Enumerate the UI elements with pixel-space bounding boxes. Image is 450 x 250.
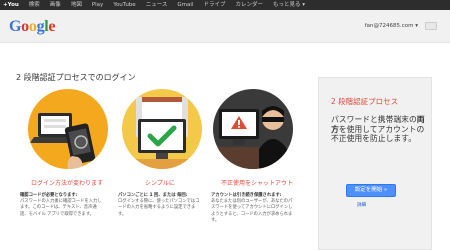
nav-images[interactable]: 画像 [50,0,61,10]
logo-letter: g [36,18,45,35]
unauthorized-illustration [213,89,293,169]
google-bar: +You 検索 画像 地図 Play YouTube ニュース Gmail ドラ… [0,0,450,10]
panel-body-text: を使用してアカウントの不正使用を防止します。 [331,124,425,144]
feature-description-title: 確認コードが必要となります: [20,193,78,198]
logo-letter: o [21,18,29,35]
nav-plus-you[interactable]: +You [3,0,19,10]
panel-title: 2 段階認証プロセス [331,97,399,106]
feature-description-text: パスワードの入力後に確認コードを入力します。このコードは、テキスト、音声通話、モ… [20,199,102,217]
start-setup-button[interactable]: 設定を開始 » [346,184,396,197]
nav-drive[interactable]: ドライブ [203,0,225,10]
panel-body: パスワードと携帯端末の両方を使用してアカウントの不正使用を防止します。 [331,115,427,144]
feature-description: アカウントは引き続き保護されます: あなたまたは別のユーザーが、あなたのパスワー… [211,193,295,224]
avatar[interactable] [425,22,437,30]
feature-description-text: ログインする際に、使ったパソコンではコードの入力を省略するように設定できます。 [118,199,200,217]
nav-youtube[interactable]: YouTube [113,0,135,10]
header: Google fan@724685.com ▾ [0,10,450,43]
logo-letter: e [48,18,56,35]
panel-body-text: パスワードと携帯端末の [331,115,417,124]
logo-letter: o [28,18,37,35]
nav-news[interactable]: ニュース [146,0,168,10]
page: +You 検索 画像 地図 Play YouTube ニュース Gmail ドラ… [0,0,450,250]
details-link[interactable]: 詳細 [357,202,366,208]
feature-caption: 不正使用をシャットアウト [221,180,294,187]
nav-gmail[interactable]: Gmail [177,0,193,10]
feature-caption: ログイン方法が変わります [31,180,104,187]
page-title: 2 段階認証プロセスでのログイン [16,73,136,82]
nav-search[interactable]: 検索 [29,0,40,10]
nav-more[interactable]: もっと見る ▾ [273,0,305,10]
logo-letter: G [9,18,22,35]
google-logo[interactable]: Google [9,18,56,36]
account-email[interactable]: fan@724685.com ▾ [365,23,418,29]
simple-illustration [122,89,202,169]
feature-description-title: パソコンごとに 1 回、または 毎回: [118,193,188,198]
login-change-illustration [28,89,108,169]
nav-play[interactable]: Play [92,0,103,10]
feature-description: 確認コードが必要となります: パスワードの入力後に確認コードを入力します。このコ… [20,193,104,218]
feature-description-text: あなたまたは別のユーザーが、あなたのパスワードを使ってアカウントにログインしよう… [211,199,293,223]
nav-calendar[interactable]: カレンダー [235,0,263,10]
feature-description: パソコンごとに 1 回、または 毎回: ログインする際に、使ったパソコンではコー… [118,193,202,218]
feature-description-title: アカウントは引き続き保護されます: [211,193,282,198]
nav-maps[interactable]: 地図 [71,0,82,10]
setup-panel: 2 段階認証プロセス パスワードと携帯端末の両方を使用してアカウントの不正使用を… [318,77,432,250]
feature-caption: シンプルに [145,180,175,187]
